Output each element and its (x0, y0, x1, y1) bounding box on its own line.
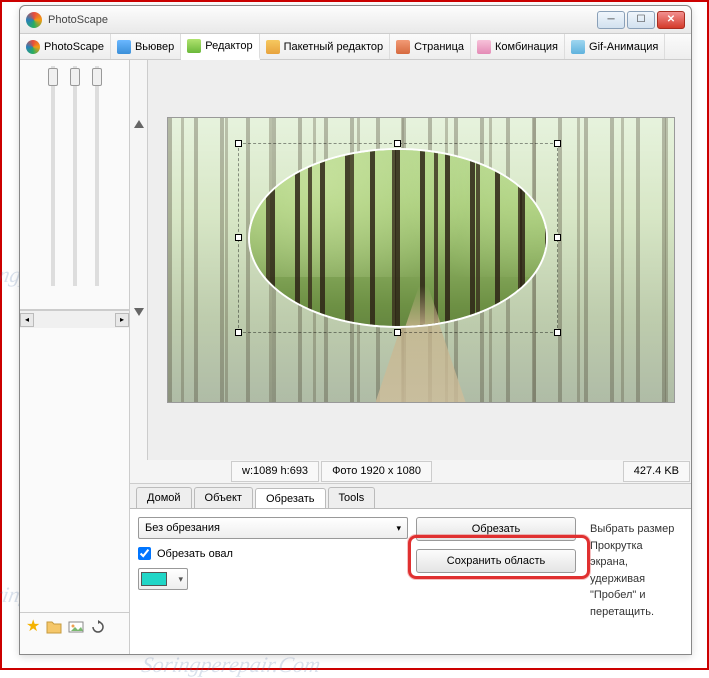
color-swatch (141, 572, 167, 586)
tab-label: Пакетный редактор (284, 41, 384, 53)
vertical-slider[interactable] (51, 66, 55, 286)
crop-panel: Без обрезания Обрезать овал Обрезать Сох… (130, 508, 691, 654)
combination-icon (477, 40, 491, 54)
tab-viewer[interactable]: Вьювер (111, 34, 181, 59)
file-size-label: 427.4 KB (623, 461, 690, 482)
tab-label: Вьювер (135, 41, 174, 53)
save-region-button[interactable]: Сохранить область (416, 549, 576, 573)
tab-batch[interactable]: Пакетный редактор (260, 34, 391, 59)
crop-handle[interactable] (394, 140, 401, 147)
tab-photoscape[interactable]: PhotoScape (20, 34, 111, 59)
crop-handle[interactable] (554, 329, 561, 336)
gif-icon (571, 40, 585, 54)
crop-handle[interactable] (554, 140, 561, 147)
sliders-panel (20, 60, 129, 310)
main-toolbar: PhotoScape Вьювер Редактор Пакетный реда… (20, 34, 691, 60)
tab-label: Страница (414, 41, 464, 53)
tab-label: Комбинация (495, 41, 558, 53)
minimize-button[interactable]: ─ (597, 11, 625, 29)
tab-page[interactable]: Страница (390, 34, 471, 59)
crop-mode-dropdown[interactable]: Без обрезания (138, 517, 408, 539)
batch-icon (266, 40, 280, 54)
mini-scrollbar[interactable]: ◂ ▸ (20, 310, 129, 328)
crop-handle[interactable] (235, 234, 242, 241)
info-bar: w:1089 h:693 Фото 1920 x 1080 427.4 KB (130, 460, 691, 484)
maximize-button[interactable]: ☐ (627, 11, 655, 29)
slider-thumb[interactable] (92, 68, 102, 86)
window-title: PhotoScape (48, 14, 597, 26)
vertical-slider[interactable] (73, 66, 77, 286)
slider-thumb[interactable] (48, 68, 58, 86)
viewer-icon (117, 40, 131, 54)
help-line: "Пробел" и перетащить. (590, 587, 677, 620)
crop-size-label: w:1089 h:693 (231, 461, 319, 482)
editor-tabs: Домой Объект Обрезать Tools (130, 484, 691, 508)
app-icon (26, 12, 42, 28)
crop-oval-label: Обрезать овал (157, 548, 233, 560)
crop-handle[interactable] (235, 140, 242, 147)
crop-button[interactable]: Обрезать (416, 517, 576, 541)
tray-toolbar: ★ (20, 612, 129, 640)
tab-label: Gif-Анимация (589, 41, 658, 53)
crop-handle[interactable] (394, 329, 401, 336)
color-swatch-dropdown[interactable] (138, 568, 188, 590)
tab-object[interactable]: Объект (194, 487, 253, 508)
editor-icon (187, 39, 201, 53)
image-canvas[interactable] (167, 117, 675, 403)
tab-label: PhotoScape (44, 41, 104, 53)
ruler-marker-up-icon[interactable] (134, 120, 144, 128)
crop-rectangle[interactable] (238, 143, 558, 333)
titlebar[interactable]: PhotoScape ─ ☐ ✕ (20, 6, 691, 34)
help-text: Выбрать размер Прокрутка экрана, удержив… (584, 517, 683, 646)
photo-icon[interactable] (68, 619, 84, 635)
left-sidebar: ◂ ▸ ★ (20, 60, 130, 654)
tab-combination[interactable]: Комбинация (471, 34, 565, 59)
favorite-icon[interactable]: ★ (26, 619, 40, 635)
help-line: Прокрутка экрана, удерживая (590, 538, 677, 588)
crop-handle[interactable] (554, 234, 561, 241)
slider-thumb[interactable] (70, 68, 80, 86)
dropdown-value: Без обрезания (145, 522, 220, 534)
tab-label: Редактор (205, 40, 252, 52)
help-line: Выбрать размер (590, 521, 677, 538)
crop-handle[interactable] (235, 329, 242, 336)
canvas-area[interactable] (130, 60, 691, 460)
page-icon (396, 40, 410, 54)
scroll-left-icon[interactable]: ◂ (20, 313, 34, 327)
tab-crop[interactable]: Обрезать (255, 488, 326, 509)
rotate-icon[interactable] (90, 619, 106, 635)
vertical-slider[interactable] (95, 66, 99, 286)
ruler-marker-down-icon[interactable] (134, 308, 144, 316)
scroll-right-icon[interactable]: ▸ (115, 313, 129, 327)
photo-size-label: Фото 1920 x 1080 (321, 461, 432, 482)
tab-home[interactable]: Домой (136, 487, 192, 508)
app-window: PhotoScape ─ ☐ ✕ PhotoScape Вьювер Редак… (19, 5, 692, 655)
tab-tools[interactable]: Tools (328, 487, 376, 508)
vertical-ruler (130, 60, 148, 460)
folder-icon[interactable] (46, 619, 62, 635)
close-button[interactable]: ✕ (657, 11, 685, 29)
crop-oval-checkbox[interactable] (138, 547, 151, 560)
tab-editor[interactable]: Редактор (181, 34, 259, 60)
photoscape-icon (26, 40, 40, 54)
watermark: Soringperepair.Com (140, 652, 323, 678)
tab-gif-animation[interactable]: Gif-Анимация (565, 34, 665, 59)
